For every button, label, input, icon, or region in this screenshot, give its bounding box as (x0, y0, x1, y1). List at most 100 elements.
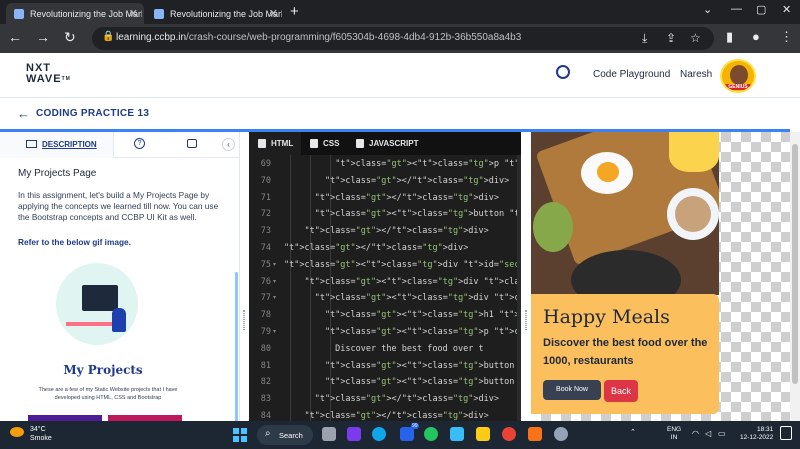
chrome-icon[interactable] (502, 427, 516, 441)
line-number: 76 (260, 276, 271, 287)
code-line[interactable]: "t">class="gt"></"t">class="tg">div> (284, 193, 499, 203)
code-line[interactable]: "t">class="gt"></"t">class="tg">div> (284, 411, 488, 421)
line-number: 83 (260, 394, 271, 405)
avatar[interactable]: GENIUS (720, 59, 756, 93)
code-line[interactable]: "t">class="gt"><"t">class="tg">button "t… (284, 377, 521, 387)
settings-gear-icon[interactable] (554, 427, 568, 441)
description-icon (26, 140, 37, 148)
tab-html[interactable]: HTML (249, 132, 301, 155)
fold-chevron-icon[interactable]: ▾ (273, 278, 276, 285)
monitor-app-icon[interactable] (450, 427, 464, 441)
code-line[interactable]: "t">class="gt"><"t">class="tg">button "t… (284, 361, 521, 371)
code-line[interactable]: "t">class="gt"><"t">class="tg">div "t">c… (284, 293, 521, 303)
close-tab-icon[interactable]: ✕ (269, 7, 278, 20)
sidebar-toggle-icon[interactable]: ▮ (726, 29, 733, 45)
language-indicator[interactable]: ENG IN (667, 426, 681, 442)
code-line[interactable]: Discover the best food over t (284, 344, 483, 354)
code-line[interactable]: "t">class="gt"></"t">class="tg">div> (284, 394, 499, 404)
code-playground-link[interactable]: Code Playground (593, 69, 670, 80)
forward-arrow-icon[interactable]: → (36, 29, 50, 45)
install-icon[interactable]: ⤓ (642, 31, 647, 46)
code-line[interactable]: "t">class="gt"><"t">class="tg">h1 "t">cl… (284, 310, 521, 320)
fold-chevron-icon[interactable]: ▾ (273, 328, 276, 335)
wifi-icon[interactable]: ◠ (692, 429, 699, 438)
file-explorer-icon[interactable] (476, 427, 490, 441)
minimize-button[interactable]: — (731, 3, 742, 15)
description-panel: DESCRIPTION ? ‹ My Projects Page In this… (0, 132, 240, 421)
close-tab-icon[interactable]: ✕ (129, 7, 138, 20)
html5-icon (258, 139, 266, 148)
photos-icon[interactable] (528, 427, 542, 441)
profile-icon[interactable]: ● (752, 29, 760, 44)
browser-tab[interactable]: Revolutionizing the Job Marke ✕ (6, 3, 144, 24)
windows-taskbar: 34°C Smoke ⌕ Search 99 ⌃ ENG IN ◠ ◁ ▭ 18:3… (0, 421, 800, 449)
discussion-icon[interactable] (187, 139, 197, 148)
weather-temperature: 34°C (30, 426, 46, 433)
browser-tab[interactable]: Revolutionizing the Job Marke ✕ (146, 3, 284, 24)
battery-icon[interactable]: ▭ (718, 429, 726, 438)
teams-chat-icon[interactable] (347, 427, 361, 441)
editor-scrollbar[interactable] (517, 155, 521, 421)
menu-kebab-icon[interactable]: ⋮ (780, 29, 793, 45)
tab-css-label: CSS (323, 139, 340, 148)
code-line[interactable]: "t">class="gt"></"t">class="tg">div> (284, 243, 468, 253)
fold-chevron-icon[interactable]: ▾ (273, 294, 276, 301)
back-button[interactable]: Back (604, 380, 638, 402)
user-name[interactable]: Naresh (680, 69, 712, 80)
tab-javascript[interactable]: JAVASCRIPT (353, 132, 433, 155)
line-number: 81 (260, 360, 271, 371)
scrollbar-thumb[interactable] (792, 144, 798, 384)
food-order-card: Happy Meals Discover the best food over … (531, 294, 719, 414)
tab-description[interactable]: DESCRIPTION (0, 132, 114, 158)
collapse-panel-button[interactable]: ‹ (222, 138, 235, 151)
fold-chevron-icon[interactable]: ▾ (273, 261, 276, 268)
lang-region: IN (670, 434, 678, 441)
code-editor[interactable]: HTML CSS JAVASCRIPT 69 70 71 72 73 74 75 ▾ 76 ▾ 77… (249, 132, 521, 421)
start-button[interactable] (233, 428, 247, 442)
code-line[interactable]: "t">class="gt"><"t">class="tg">button "t… (284, 209, 521, 219)
timer-icon[interactable] (556, 65, 570, 79)
share-icon[interactable]: ⇪ (666, 31, 676, 45)
resize-handle[interactable] (525, 310, 527, 330)
line-number: 82 (260, 377, 271, 388)
back-arrow-icon[interactable]: ← (8, 29, 22, 45)
book-now-button[interactable]: Book Now (543, 380, 601, 400)
maximize-button[interactable]: ▢ (756, 3, 766, 16)
window-close-button[interactable]: ✕ (782, 3, 791, 16)
site-header: NXT WAVETM Code Playground Naresh GENIUS (0, 53, 800, 98)
editor-tabs: HTML CSS JAVASCRIPT (249, 132, 521, 155)
back-arrow-icon[interactable]: ← (17, 106, 30, 121)
bookmark-star-icon[interactable]: ☆ (690, 31, 701, 45)
tab-search-icon[interactable]: ⌄ (703, 3, 712, 16)
line-number: 78 (260, 310, 271, 321)
tab-css[interactable]: CSS (307, 132, 347, 155)
mail-icon[interactable] (400, 427, 414, 441)
address-bar[interactable]: 🔒 learning.ccbp.in/crash-course/web-prog… (92, 27, 714, 50)
line-number: 80 (260, 343, 271, 354)
code-line[interactable]: "t">class="gt"><"t">class="tg">div "t">i… (284, 260, 521, 270)
task-view-icon[interactable] (322, 427, 336, 441)
browser-tab-title: Revolutionizing the Job Marke (170, 8, 282, 19)
notification-icon[interactable] (780, 426, 792, 440)
volume-icon[interactable]: ◁ (705, 429, 711, 438)
chevron-up-icon[interactable]: ⌃ (630, 428, 636, 436)
nxtwave-logo[interactable]: NXT WAVETM (26, 63, 71, 85)
system-clock[interactable]: 18:31 12-12-2022 (740, 426, 773, 442)
reload-icon[interactable]: ↻ (64, 29, 76, 46)
weather-icon (10, 427, 24, 437)
code-line[interactable]: "t">class="gt"><"t">class="tg">div "t">c… (284, 277, 521, 287)
resize-handle[interactable] (243, 310, 245, 330)
site-favicon-icon (14, 8, 24, 19)
panel-scrollbar[interactable] (235, 272, 238, 421)
help-icon[interactable]: ? (134, 138, 145, 149)
whatsapp-icon[interactable] (424, 427, 438, 441)
code-line[interactable]: "t">class="gt"></"t">class="tg">div> (284, 226, 488, 236)
code-line[interactable]: "t">class="gt"></"t">class="tg">div> (284, 176, 509, 186)
new-tab-button[interactable]: + (290, 3, 299, 20)
code-line[interactable]: "t">class="gt"><"t">class="tg">p "t">cla… (284, 327, 521, 337)
edge-icon[interactable] (372, 427, 386, 441)
code-line[interactable]: "t">class="gt"><"t">class="tg">p "t">cla… (284, 159, 521, 169)
juice-glass-icon (669, 132, 719, 172)
page-scrollbar[interactable] (790, 132, 800, 421)
taskbar-search[interactable]: ⌕ Search (257, 425, 313, 445)
